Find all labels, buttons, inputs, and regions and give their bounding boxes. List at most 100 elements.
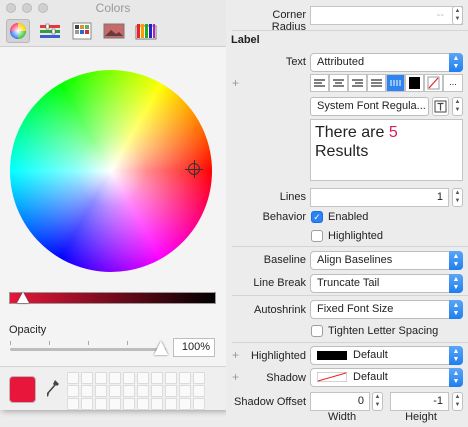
align-justify-button[interactable] [367,74,386,92]
chevron-updown-icon: ▲ ▼ [449,346,463,365]
favorite-swatch-cell[interactable] [151,372,163,384]
more-options-button[interactable]: ... [443,74,463,92]
add-variation-plus-icon[interactable]: + [232,76,239,90]
favorite-swatch-cell[interactable] [67,385,79,397]
favorite-swatch-cell[interactable] [193,398,205,410]
text-color-swatch-icon [409,77,420,89]
highlighted-color-value: Default [353,349,388,361]
tighten-letter-spacing-checkbox[interactable] [311,325,323,337]
favorite-swatch-cell[interactable] [95,398,107,410]
font-picker-button[interactable] [432,97,449,116]
highlighted-color-popup[interactable]: Default ▲ ▼ [310,346,463,365]
align-left-icon [314,79,325,87]
favorite-swatch-cell[interactable] [151,398,163,410]
align-natural-button[interactable] [386,74,405,92]
shadow-color-popup[interactable]: Default ▲ ▼ [310,368,463,387]
width-caption: Width [327,411,357,423]
shadow-offset-height-stepper[interactable]: ▲ ▼ [452,392,463,411]
align-center-icon [333,79,344,87]
favorite-swatch-cell[interactable] [165,398,177,410]
favorite-swatch-cell[interactable] [193,372,205,384]
favorite-swatch-cell[interactable] [123,398,135,410]
color-wheel-icon [10,23,26,39]
colors-panel: Colors Opacity 100% [0,0,227,410]
eyedropper-icon[interactable] [46,379,60,399]
shadow-offset-label: Shadow Offset [234,396,306,408]
image-palettes-tab[interactable] [102,19,126,43]
chevron-updown-icon: ▲ ▼ [449,300,463,319]
opacity-field[interactable]: 100% [173,338,215,357]
favorite-swatch-cell[interactable] [109,385,121,397]
lines-field[interactable]: 1 [310,188,449,207]
more-options-label: ... [449,77,457,87]
opacity-slider[interactable] [10,348,166,351]
baseline-popup[interactable]: Align Baselines ▲ ▼ [310,251,463,270]
text-color-button[interactable] [405,74,424,92]
add-shadow-variation-plus-icon[interactable]: + [232,370,239,384]
text-content-number: 5 [388,124,398,141]
autoshrink-label: Autoshrink [254,304,306,316]
favorite-swatch-cell[interactable] [109,398,121,410]
shadow-offset-height-field[interactable]: -1 [390,392,449,411]
highlighted-checkbox[interactable] [311,230,323,242]
favorite-swatch-cell[interactable] [179,385,191,397]
palette-grid-icon [72,22,92,40]
autoshrink-popup[interactable]: Fixed Font Size ▲ ▼ [310,300,463,319]
baseline-value: Align Baselines [317,254,393,266]
favorite-swatch-cell[interactable] [81,372,93,384]
shadow-offset-width-field[interactable]: 0 [310,392,370,411]
align-left-button[interactable] [310,74,329,92]
attributed-text-view[interactable]: There are 5 Results [310,119,463,181]
favorite-swatch-cell[interactable] [165,385,177,397]
section-label-header: Label [231,34,260,46]
highlighted-checkbox-label: Highlighted [328,230,384,242]
favorite-swatch-cell[interactable] [193,385,205,397]
crayons-icon [135,24,157,40]
lines-stepper[interactable]: ▲ ▼ [452,188,463,207]
highlighted-color-swatch [317,350,347,360]
brightness-slider-thumb[interactable] [17,292,29,303]
font-size-stepper[interactable]: ▲ ▼ [452,97,463,116]
enabled-label: Enabled [328,211,369,223]
align-center-button[interactable] [329,74,348,92]
color-sliders-tab[interactable] [38,19,62,43]
background-color-button[interactable] [424,74,443,92]
font-popup[interactable]: System Font Regula... [310,97,429,116]
favorite-swatch-cell[interactable] [179,372,191,384]
favorite-swatch-cell[interactable] [137,385,149,397]
corner-radius-field[interactable]: -- [310,6,463,25]
enabled-checkbox[interactable]: ✓ [311,211,323,223]
favorite-swatch-cell[interactable] [151,385,163,397]
brightness-slider[interactable] [9,292,216,304]
favorite-swatch-cell[interactable] [95,372,107,384]
no-shadow-color-icon [316,371,348,383]
favorite-swatch-cell[interactable] [81,398,93,410]
favorite-swatch-cell[interactable] [165,372,177,384]
favorite-swatch-cell[interactable] [67,372,79,384]
color-wheel-tab[interactable] [6,19,30,43]
favorite-swatch-cell[interactable] [123,385,135,397]
align-right-button[interactable] [348,74,367,92]
favorite-swatch-cell[interactable] [67,398,79,410]
shadow-offset-width-stepper[interactable]: ▲ ▼ [372,392,383,411]
alignment-bar: ... [310,74,463,92]
add-highlighted-variation-plus-icon[interactable]: + [232,348,239,362]
text-type-popup[interactable]: Attributed ▲ ▼ [310,53,463,72]
favorite-swatch-cell[interactable] [95,385,107,397]
favorite-swatch-cell[interactable] [137,398,149,410]
favorite-swatch-cell[interactable] [137,372,149,384]
favorite-swatch-cell[interactable] [81,385,93,397]
color-wheel-crosshair[interactable] [185,160,203,178]
opacity-slider-thumb[interactable] [154,341,168,355]
crayons-tab[interactable] [134,19,158,43]
corner-radius-stepper[interactable]: ▲ ▼ [452,6,463,25]
favorite-swatch-cell[interactable] [179,398,191,410]
color-wheel[interactable] [10,70,212,272]
text-type-value: Attributed [317,56,365,68]
favorite-swatch-cell[interactable] [109,372,121,384]
color-palettes-tab[interactable] [70,19,94,43]
chevron-updown-icon: ▲ ▼ [449,53,463,72]
current-color-swatch[interactable] [9,376,36,403]
favorite-swatch-cell[interactable] [123,372,135,384]
line-break-popup[interactable]: Truncate Tail ▲ ▼ [310,274,463,293]
